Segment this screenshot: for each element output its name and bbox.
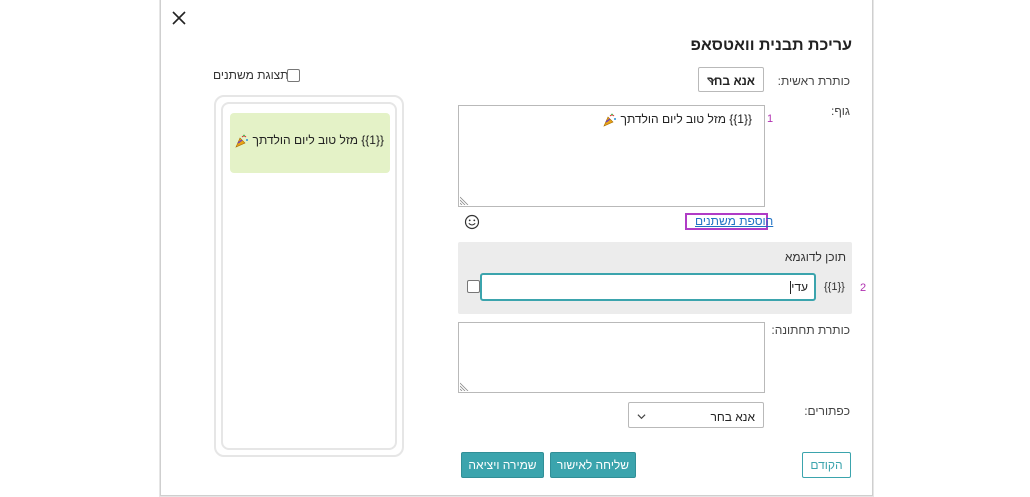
phone-preview: {{1}} מזל טוב ליום הולדתך [214, 95, 404, 457]
sample-variable-text: עדי [791, 280, 808, 294]
chevron-down-icon [637, 414, 646, 420]
preview-variables-toggle[interactable]: תצוגת משתנים [213, 68, 289, 82]
resize-grip-icon[interactable] [460, 381, 470, 391]
preview-variables-label: תצוגת משתנים [213, 68, 289, 82]
body-text-content: {{1}} מזל טוב ליום הולדתך [620, 112, 752, 126]
template-edit-dialog: עריכת תבנית וואטסאפ כותרת ראשית: אנא בחר… [160, 0, 873, 496]
party-popper-icon [235, 134, 249, 148]
sample-line-number: 2 [860, 282, 867, 294]
add-variables-highlight: הוספת משתנים [685, 213, 773, 230]
sample-variable-checkbox[interactable] [467, 280, 480, 293]
message-bubble: {{1}} מזל טוב ליום הולדתך [230, 113, 390, 173]
previous-button[interactable]: הקודם [802, 452, 851, 478]
header-select[interactable]: אנא בחר [698, 67, 764, 92]
body-text: {{1}} מזל טוב ליום הולדתך [603, 112, 752, 127]
chevron-down-icon [707, 78, 716, 84]
phone-screen: {{1}} מזל טוב ליום הולדתך [221, 102, 397, 450]
buttons-select-value: אנא בחר [710, 410, 755, 424]
body-field-label: גוף: [830, 104, 850, 118]
footer-field-label: כותרת תחתונה: [771, 323, 850, 337]
sample-content-panel: תוכן לדוגמא עדי {{1}} [458, 242, 852, 314]
dialog-title: עריכת תבנית וואטסאפ [690, 37, 852, 54]
sample-variable-value: עדי [789, 280, 808, 295]
add-variables-link[interactable]: הוספת משתנים [695, 215, 773, 228]
resize-grip-icon[interactable] [460, 195, 470, 205]
body-line-number: 1 [767, 113, 774, 125]
save-and-exit-button[interactable]: שמירה ויציאה [461, 452, 544, 478]
header-field-label: כותרת ראשית: [777, 74, 850, 88]
send-for-approval-button[interactable]: שליחה לאישור [550, 452, 636, 478]
party-popper-icon [603, 113, 617, 127]
message-bubble-text: {{1}} מזל טוב ליום הולדתך [235, 133, 384, 148]
bubble-text-content: {{1}} מזל טוב ליום הולדתך [252, 133, 384, 147]
sample-variable-label: {{1}} [824, 281, 845, 293]
body-textarea[interactable]: {{1}} מזל טוב ליום הולדתך [458, 105, 765, 207]
smiley-icon[interactable] [464, 214, 480, 230]
sample-content-title: תוכן לדוגמא [784, 250, 846, 264]
preview-variables-checkbox[interactable] [287, 69, 300, 82]
close-icon[interactable] [171, 10, 187, 26]
footer-textarea[interactable] [458, 322, 765, 393]
buttons-field-label: כפתורים: [804, 404, 850, 418]
sample-variable-input[interactable]: עדי [480, 273, 816, 301]
buttons-select[interactable]: אנא בחר [628, 402, 764, 428]
